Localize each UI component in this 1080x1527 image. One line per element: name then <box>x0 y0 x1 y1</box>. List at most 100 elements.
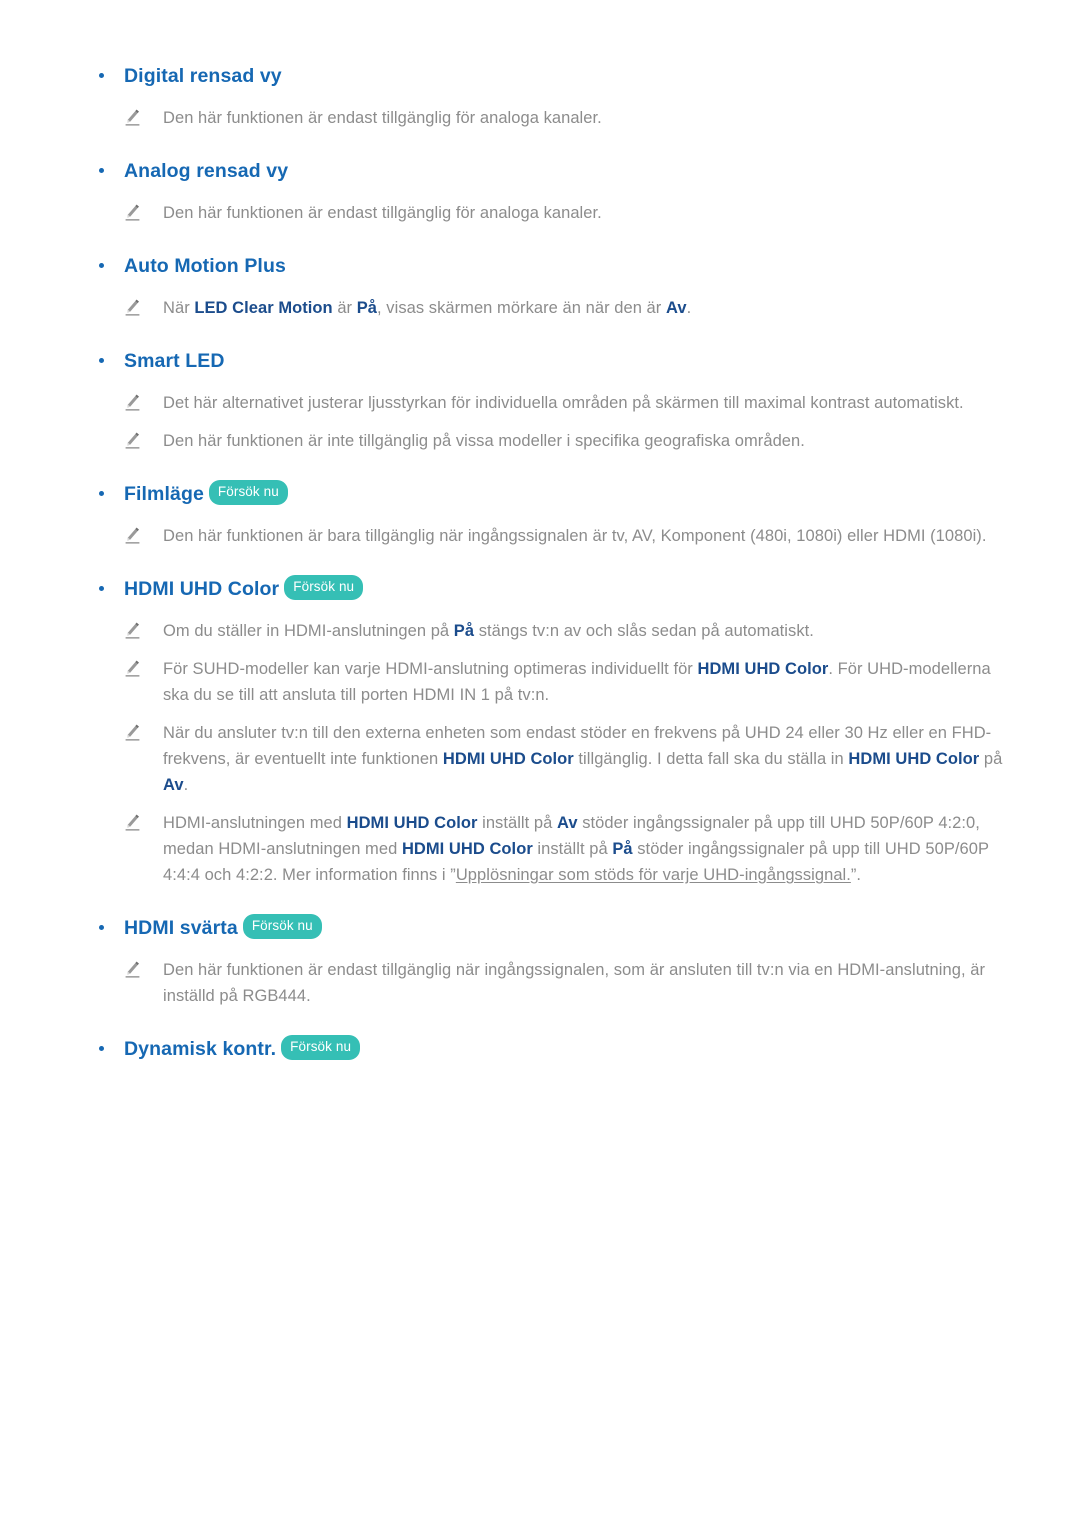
note-text-run: inställt på <box>477 814 557 832</box>
pencil-icon <box>124 960 141 979</box>
bullet-icon <box>99 73 104 78</box>
pencil-icon <box>124 813 141 832</box>
note-text-run: Den här funktionen är endast tillgänglig… <box>163 204 602 222</box>
note-text: Om du ställer in HDMI-anslutningen på På… <box>163 618 1008 644</box>
pencil-icon <box>124 108 141 127</box>
note-text-run: , visas skärmen mörkare än när den är <box>377 299 666 317</box>
bullet-icon <box>99 358 104 363</box>
feature-title[interactable]: Smart LED <box>124 350 225 372</box>
feature-section-hdmi-uhd-color: HDMI UHD Color Försök nu Om du ställer in … <box>62 575 1018 888</box>
inline-term: Av <box>665 299 687 317</box>
inline-term: HDMI UHD Color <box>848 750 980 768</box>
note-text-run: Den här funktionen är endast tillgänglig… <box>163 961 985 1005</box>
inline-term: På <box>612 840 633 858</box>
pencil-icon <box>124 659 141 678</box>
try-now-badge[interactable]: Försök nu <box>284 575 364 600</box>
note-text-run: ”. <box>850 866 862 884</box>
pencil-icon <box>124 203 141 222</box>
inline-term: HDMI UHD Color <box>442 750 574 768</box>
note-text-run: inställt på <box>532 840 613 858</box>
bullet-icon <box>99 263 104 268</box>
pencil-icon <box>124 431 141 450</box>
feature-section-smart-led: Smart LED Det här alternativet justerar l… <box>62 347 1018 454</box>
feature-title[interactable]: HDMI UHD Color <box>124 578 279 600</box>
note-text: När du ansluter tv:n till den externa en… <box>163 720 1008 798</box>
feature-section-digital-rensad-vy: Digital rensad vy Den här funktionen är e… <box>62 62 1018 131</box>
note-row: Den här funktionen är endast tillgänglig… <box>62 957 1018 1009</box>
note-text: När LED Clear Motion är På, visas skärme… <box>163 295 1008 321</box>
bullet-icon <box>99 925 104 930</box>
note-row: När du ansluter tv:n till den externa en… <box>62 720 1018 798</box>
bullet-icon <box>99 168 104 173</box>
pencil-icon <box>124 526 141 545</box>
pencil-icon <box>124 393 141 412</box>
inline-term: Av <box>557 814 578 832</box>
inline-term: På <box>453 622 475 640</box>
note-text: För SUHD-modeller kan varje HDMI-anslutn… <box>163 656 1008 708</box>
try-now-badge[interactable]: Försök nu <box>208 480 288 505</box>
note-text-run: . <box>183 776 189 794</box>
note-text: Den här funktionen är endast tillgänglig… <box>163 105 1008 131</box>
feature-title[interactable]: Filmläge <box>124 483 204 505</box>
feature-title[interactable]: HDMI svärta <box>124 917 238 939</box>
note-text-run: Det här alternativet justerar ljusstyrka… <box>163 394 964 412</box>
pencil-icon <box>124 723 141 742</box>
feature-heading-row: Filmläge Försök nu <box>62 480 1018 510</box>
feature-heading-row: HDMI svärta Försök nu <box>62 914 1018 944</box>
feature-title[interactable]: Dynamisk kontr. <box>124 1038 276 1060</box>
note-text-run: tillgänglig. I detta fall ska du ställa … <box>573 750 849 768</box>
note-text: Det här alternativet justerar ljusstyrka… <box>163 390 1008 416</box>
note-row: Om du ställer in HDMI-anslutningen på På… <box>62 618 1018 644</box>
feature-title[interactable]: Auto Motion Plus <box>124 255 286 277</box>
note-row: För SUHD-modeller kan varje HDMI-anslutn… <box>62 656 1018 708</box>
manual-page: Digital rensad vy Den här funktionen är e… <box>0 0 1080 1527</box>
note-text-run: För SUHD-modeller kan varje HDMI-anslutn… <box>163 660 698 678</box>
inline-term: HDMI UHD Color <box>401 840 533 858</box>
note-row: Det här alternativet justerar ljusstyrka… <box>62 390 1018 416</box>
cross-reference-link[interactable]: Upplösningar som stöds för varje UHD-ing… <box>456 866 851 884</box>
bullet-icon <box>99 491 104 496</box>
feature-list: Digital rensad vy Den här funktionen är e… <box>62 62 1018 1065</box>
note-text-run: HDMI-anslutningen med <box>163 814 347 832</box>
feature-heading-row: Dynamisk kontr. Försök nu <box>62 1035 1018 1065</box>
feature-heading-row: Digital rensad vy <box>62 62 1018 92</box>
note-text: HDMI-anslutningen med HDMI UHD Color ins… <box>163 810 1008 888</box>
inline-term: På <box>356 299 378 317</box>
feature-heading-row: Auto Motion Plus <box>62 252 1018 282</box>
inline-term: LED Clear Motion <box>194 299 333 317</box>
note-text-run: på <box>979 750 1003 768</box>
note-text-run: Den här funktionen är inte tillgänglig p… <box>163 432 805 450</box>
feature-heading-row: HDMI UHD Color Försök nu <box>62 575 1018 605</box>
note-text: Den här funktionen är bara tillgänglig n… <box>163 523 1008 549</box>
inline-term: Av <box>163 776 184 794</box>
note-text: Den här funktionen är endast tillgänglig… <box>163 200 1008 226</box>
feature-heading-row: Smart LED <box>62 347 1018 377</box>
note-row: Den här funktionen är inte tillgänglig p… <box>62 428 1018 454</box>
note-text-run: Om du ställer in HDMI-anslutningen på <box>163 622 454 640</box>
feature-title[interactable]: Analog rensad vy <box>124 160 288 182</box>
note-text: Den här funktionen är inte tillgänglig p… <box>163 428 1008 454</box>
note-row: HDMI-anslutningen med HDMI UHD Color ins… <box>62 810 1018 888</box>
bullet-icon <box>99 586 104 591</box>
note-text-run: . <box>686 299 692 317</box>
note-text: Den här funktionen är endast tillgänglig… <box>163 957 1008 1009</box>
note-row: Den här funktionen är endast tillgänglig… <box>62 105 1018 131</box>
pencil-icon <box>124 621 141 640</box>
feature-section-analog-rensad-vy: Analog rensad vy Den här funktionen är en… <box>62 157 1018 226</box>
feature-title[interactable]: Digital rensad vy <box>124 65 282 87</box>
inline-term: HDMI UHD Color <box>697 660 829 678</box>
try-now-badge[interactable]: Försök nu <box>281 1035 361 1060</box>
feature-section-dynamisk-kontr: Dynamisk kontr. Försök nu <box>62 1035 1018 1065</box>
pencil-icon <box>124 298 141 317</box>
note-text-run: Den här funktionen är endast tillgänglig… <box>163 109 602 127</box>
bullet-icon <box>99 1046 104 1051</box>
note-row: Den här funktionen är bara tillgänglig n… <box>62 523 1018 549</box>
note-row: När LED Clear Motion är På, visas skärme… <box>62 295 1018 321</box>
note-text-run: är <box>332 299 357 317</box>
feature-heading-row: Analog rensad vy <box>62 157 1018 187</box>
try-now-badge[interactable]: Försök nu <box>242 914 322 939</box>
feature-section-filmlage: Filmläge Försök nu Den här funktionen är b… <box>62 480 1018 549</box>
feature-section-auto-motion-plus: Auto Motion Plus När LED Clear Motion är … <box>62 252 1018 321</box>
note-text-run: När <box>163 299 195 317</box>
note-row: Den här funktionen är endast tillgänglig… <box>62 200 1018 226</box>
